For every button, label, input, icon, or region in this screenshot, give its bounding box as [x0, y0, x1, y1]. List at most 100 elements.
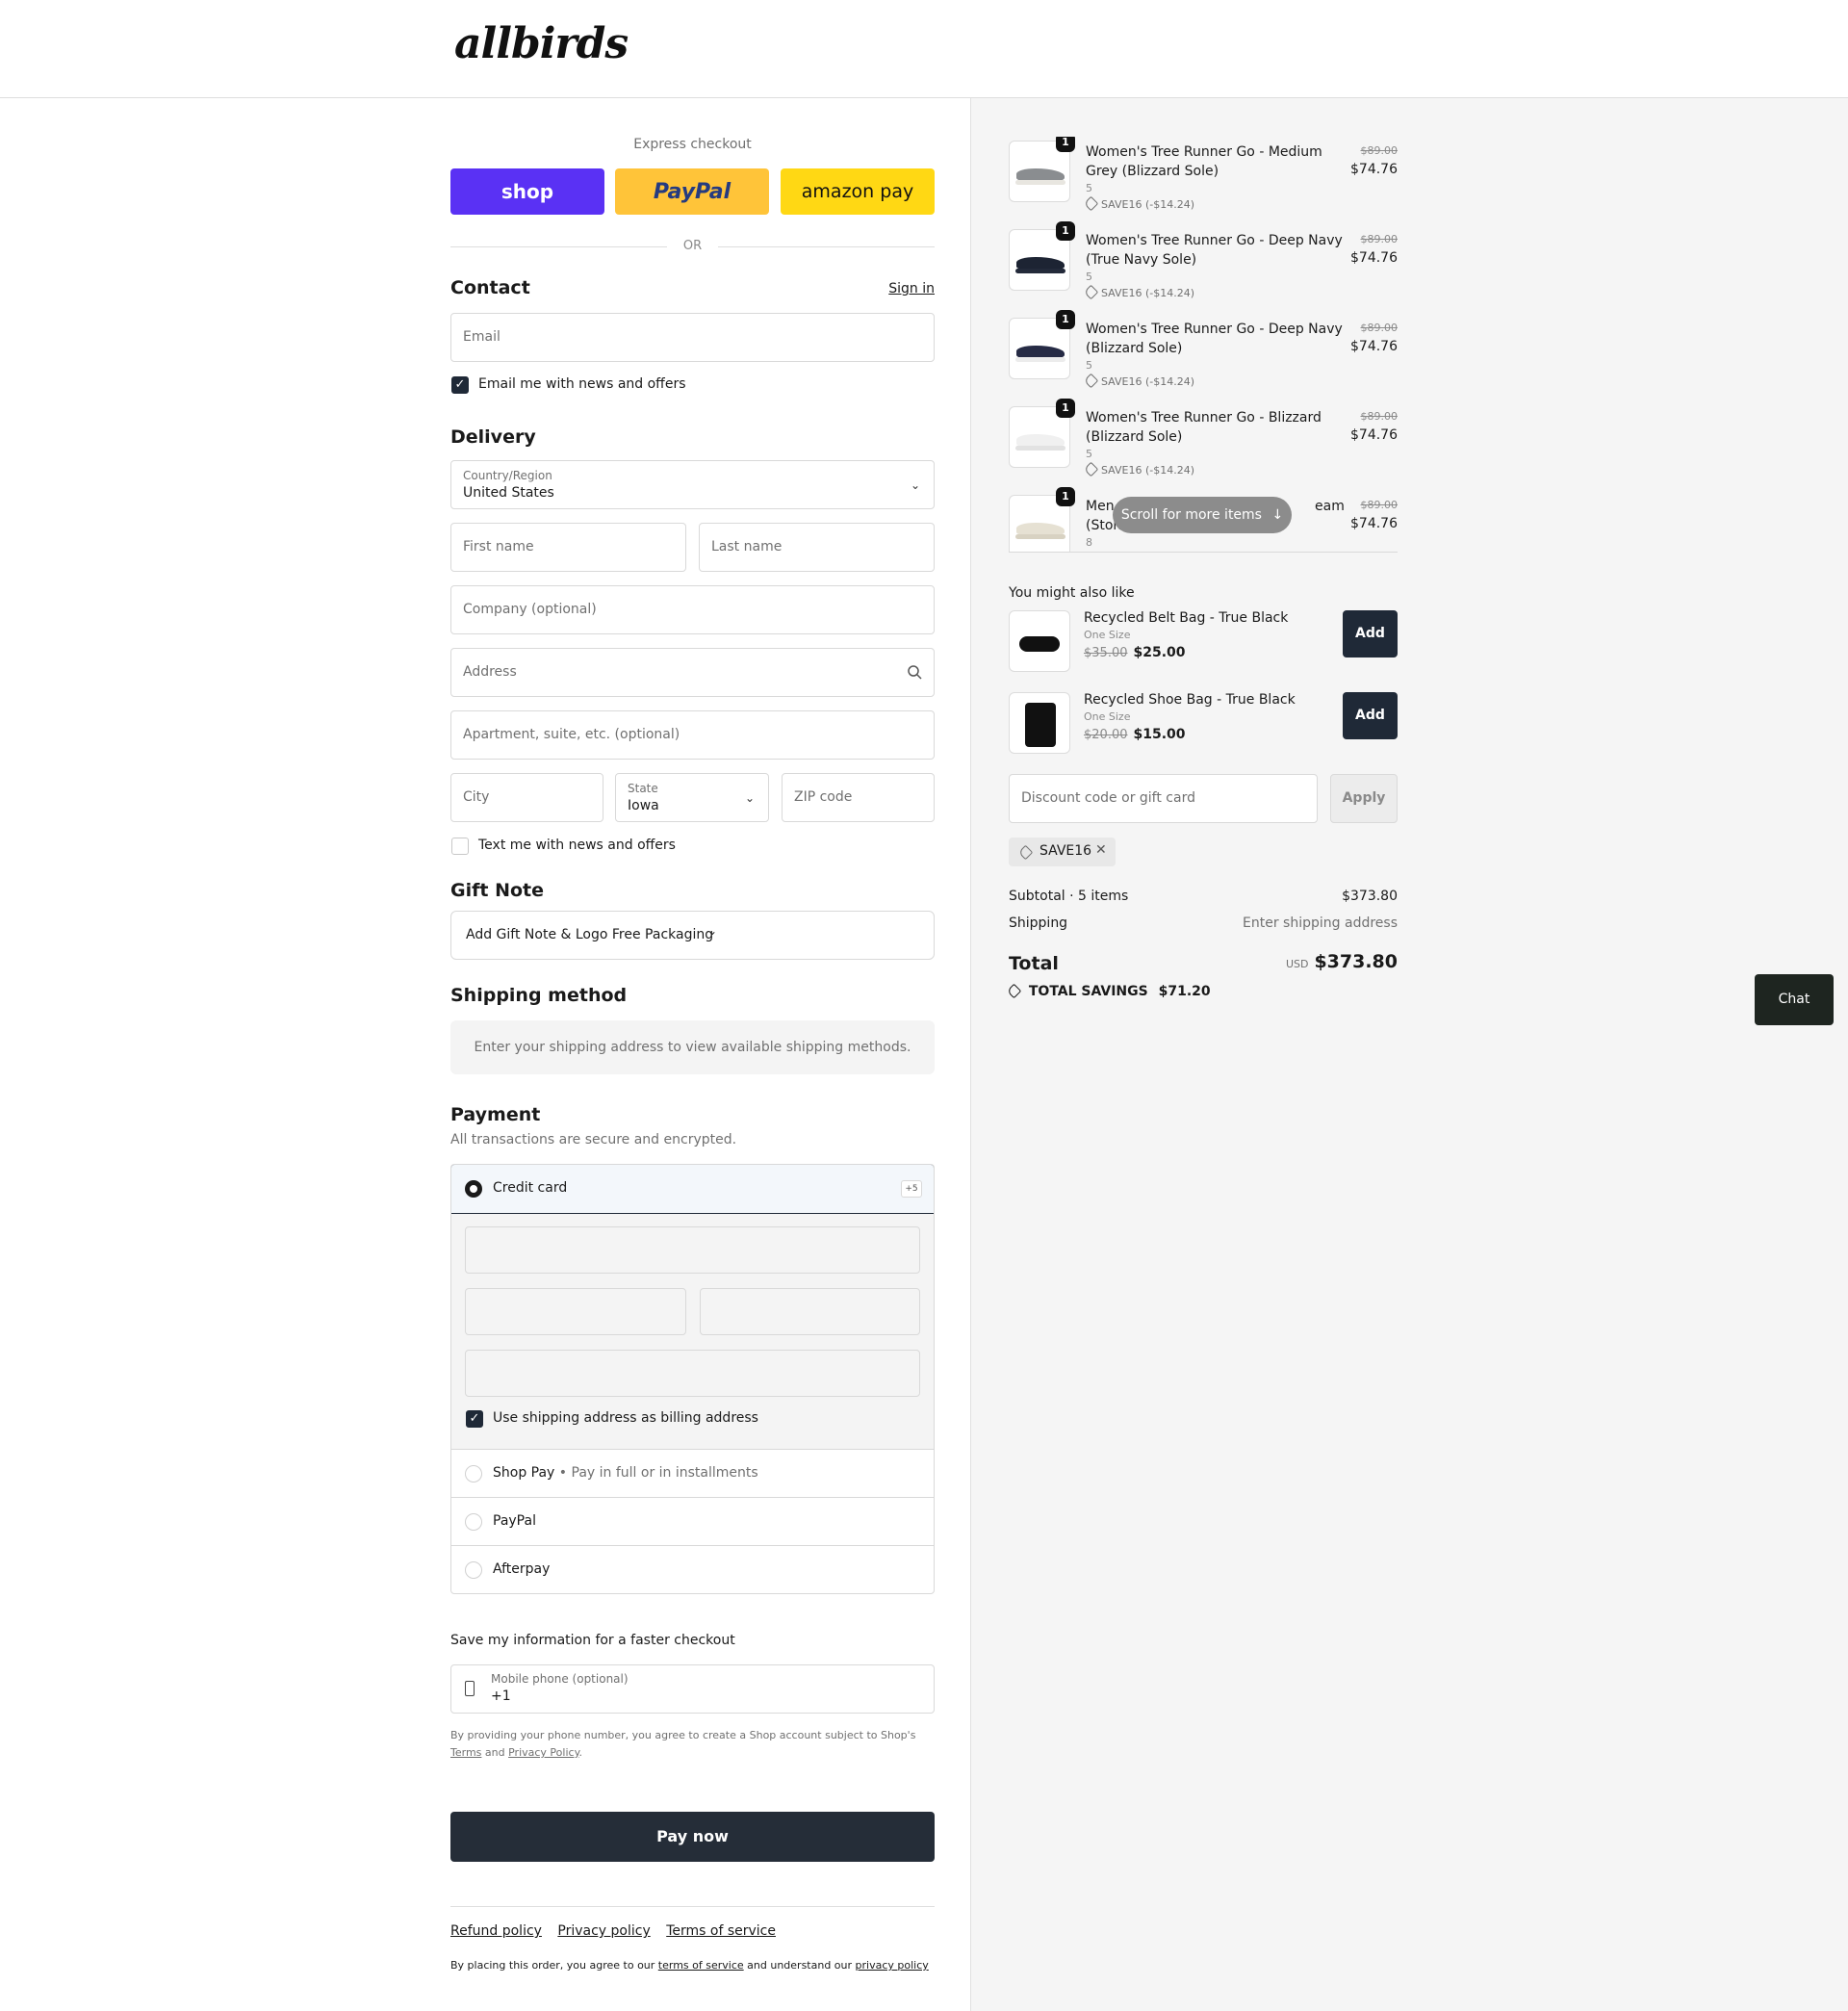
amazon-pay-express-button[interactable]: amazon pay — [781, 168, 935, 215]
first-name-field[interactable]: First name — [450, 523, 686, 572]
order-privacy-link[interactable]: privacy policy — [856, 1959, 929, 1972]
billing-same-label: Use shipping address as billing address — [493, 1410, 758, 1426]
shop-legal-and: and — [484, 1746, 505, 1759]
delivery-heading: Delivery — [450, 426, 536, 448]
terms-of-service-link[interactable]: Terms of service — [666, 1923, 776, 1939]
city-field[interactable]: City — [450, 773, 603, 822]
afterpay-radio[interactable] — [465, 1561, 482, 1579]
cart-items-list[interactable]: 1 Women's Tree Runner Go - Medium Grey (… — [1009, 137, 1398, 553]
phone-label: Mobile phone (optional) — [491, 1672, 629, 1686]
chevron-down-icon: ⌄ — [910, 478, 920, 492]
chevron-down-icon: ⌄ — [707, 924, 718, 938]
sms-checkbox[interactable] — [451, 838, 469, 855]
rec-sale-price: $15.00 — [1133, 727, 1186, 742]
order-legal-text: By placing this order, you agree to our … — [450, 1959, 929, 1972]
privacy-policy-link[interactable]: Privacy policy — [557, 1923, 650, 1939]
shipping-row: Shipping Enter shipping address — [1009, 915, 1398, 931]
pay-now-button[interactable]: Pay now — [450, 1812, 935, 1862]
card-expiry-field[interactable] — [465, 1288, 686, 1335]
tag-icon — [1083, 284, 1099, 300]
phone-icon — [465, 1681, 475, 1696]
rec-name: Recycled Shoe Bag - True Black — [1084, 692, 1296, 708]
product-image — [1009, 610, 1070, 672]
shop-pay-note: Pay in full or in installments — [571, 1465, 758, 1481]
email-field[interactable]: Email — [450, 313, 935, 362]
footer-links: Refund policy Privacy policy Terms of se… — [450, 1923, 787, 1939]
paypal-radio[interactable] — [465, 1513, 482, 1531]
first-name-placeholder: First name — [463, 539, 534, 554]
quantity-badge: 1 — [1056, 487, 1075, 506]
item-name: Women's Tree Runner Go - Deep Navy (Bliz… — [1086, 322, 1343, 356]
shoe-sole — [1015, 180, 1065, 185]
shop-pay-express-button[interactable]: shop — [450, 168, 604, 215]
add-shoe-bag-button[interactable]: Add — [1343, 692, 1398, 739]
billing-same-checkbox[interactable]: ✓ — [466, 1410, 483, 1428]
close-icon[interactable]: ✕ — [1095, 842, 1107, 858]
item-size: 5 — [1086, 271, 1092, 283]
shop-pay-option[interactable]: Shop Pay • Pay in full or in installment… — [451, 1449, 934, 1497]
zip-field[interactable]: ZIP code — [782, 773, 935, 822]
total-savings: TOTAL SAVINGS $71.20 — [1006, 983, 1211, 999]
item-price: $74.76 — [1350, 339, 1398, 354]
apply-discount-button[interactable]: Apply — [1330, 774, 1398, 823]
item-discount-text: SAVE16 (-$14.24) — [1101, 464, 1195, 477]
shop-privacy-link[interactable]: Privacy Policy — [508, 1746, 578, 1759]
item-discount-text: SAVE16 (-$14.24) — [1101, 375, 1195, 388]
card-number-field[interactable] — [465, 1226, 920, 1274]
last-name-field[interactable]: Last name — [699, 523, 935, 572]
scroll-more-label: Scroll for more items — [1120, 507, 1262, 523]
afterpay-option[interactable]: Afterpay — [451, 1545, 934, 1593]
apartment-field[interactable]: Apartment, suite, etc. (optional) — [450, 710, 935, 760]
shoe-sole — [1015, 534, 1065, 539]
gift-note-dropdown[interactable]: Add Gift Note & Logo Free Packaging ⌄ — [450, 911, 935, 960]
address-field[interactable]: Address — [450, 648, 935, 697]
total-label: Total — [1009, 953, 1059, 974]
sms-label: Text me with news and offers — [478, 838, 676, 853]
last-name-placeholder: Last name — [711, 539, 783, 554]
rec-name: Recycled Belt Bag - True Black — [1084, 610, 1289, 626]
shop-pay-radio[interactable] — [465, 1465, 482, 1482]
more-cards-badge: +5 — [901, 1180, 922, 1198]
mobile-phone-field[interactable]: Mobile phone (optional) +1 — [450, 1664, 935, 1714]
credit-card-option[interactable]: Credit card +5 — [451, 1165, 934, 1214]
express-checkout-label: Express checkout — [633, 137, 752, 152]
sign-in-link[interactable]: Sign in — [888, 281, 935, 296]
recommendations-title: You might also like — [1009, 585, 1135, 601]
add-belt-bag-button[interactable]: Add — [1343, 610, 1398, 657]
card-name-field[interactable] — [465, 1350, 920, 1397]
shoe-bag-shape — [1025, 703, 1056, 747]
item-discount-text: SAVE16 (-$14.24) — [1101, 287, 1195, 299]
or-text: OR — [682, 239, 703, 253]
chat-button[interactable]: Chat — [1755, 974, 1834, 1025]
shop-pay-label: Shop Pay • Pay in full or in installment… — [493, 1465, 758, 1481]
newsletter-checkbox[interactable]: ✓ — [451, 376, 469, 394]
shop-pay-name: Shop Pay — [493, 1465, 555, 1481]
refund-policy-link[interactable]: Refund policy — [450, 1923, 542, 1939]
subtotal-value: $373.80 — [1342, 889, 1398, 904]
payment-methods: Credit card +5 ✓ Use shipping address as… — [450, 1164, 935, 1594]
country-select[interactable]: Country/Region United States ⌄ — [450, 460, 935, 509]
shipping-method-placeholder: Enter your shipping address to view avai… — [450, 1020, 935, 1074]
chevron-down-icon: ⌄ — [744, 791, 755, 805]
quantity-badge: 1 — [1056, 221, 1075, 241]
item-original-price: $89.00 — [1360, 144, 1399, 157]
shipping-label: Shipping — [1009, 915, 1068, 931]
discount-code-field[interactable]: Discount code or gift card — [1009, 774, 1318, 823]
item-original-price: $89.00 — [1360, 410, 1399, 423]
shop-terms-link[interactable]: Terms — [450, 1746, 481, 1759]
company-field[interactable]: Company (optional) — [450, 585, 935, 634]
item-discount: SAVE16 (-$14.24) — [1083, 195, 1194, 212]
item-name: Women's Tree Runner Go - Blizzard (Blizz… — [1086, 410, 1322, 445]
credit-card-radio[interactable] — [465, 1180, 482, 1198]
card-cvc-field[interactable] — [700, 1288, 920, 1335]
paypal-option[interactable]: PayPal — [451, 1497, 934, 1545]
discount-placeholder: Discount code or gift card — [1021, 790, 1195, 806]
brand-logo[interactable]: allbirds — [454, 19, 629, 68]
scroll-more-button[interactable]: Scroll for more items ↓ — [1113, 497, 1292, 533]
search-icon — [908, 665, 922, 680]
order-legal-pre: By placing this order, you agree to our — [450, 1959, 655, 1972]
state-select[interactable]: State Iowa ⌄ — [615, 773, 769, 822]
order-terms-link[interactable]: terms of service — [658, 1959, 744, 1972]
product-image — [1009, 692, 1070, 754]
paypal-express-button[interactable]: PayPal — [615, 168, 769, 215]
